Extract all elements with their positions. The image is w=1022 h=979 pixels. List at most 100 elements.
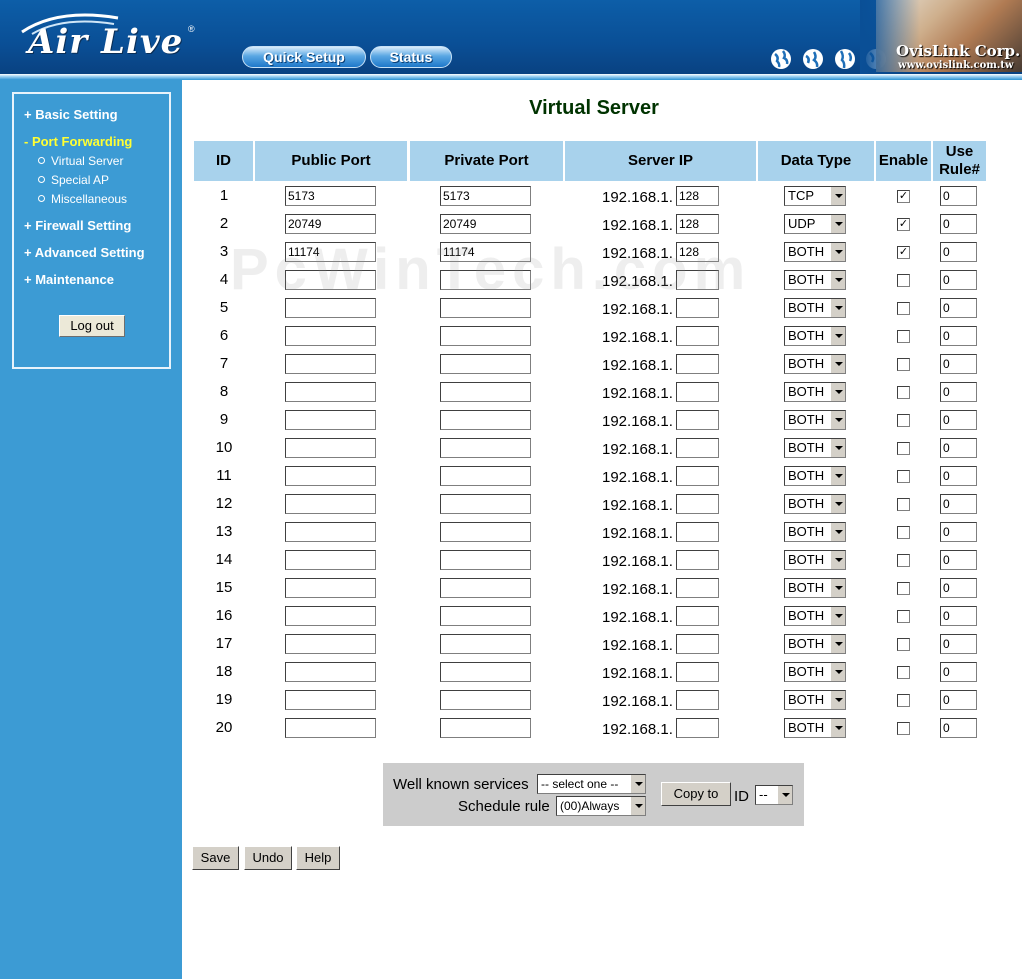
public-port-input[interactable] xyxy=(285,634,376,654)
use-rule-input[interactable]: 0 xyxy=(940,438,977,458)
enable-checkbox[interactable]: ✓ xyxy=(897,218,910,231)
use-rule-input[interactable]: 0 xyxy=(940,466,977,486)
public-port-input[interactable] xyxy=(285,662,376,682)
use-rule-input[interactable]: 0 xyxy=(940,662,977,682)
enable-checkbox[interactable] xyxy=(897,526,910,539)
use-rule-input[interactable]: 0 xyxy=(940,634,977,654)
data-type-select[interactable]: BOTH xyxy=(784,662,846,682)
sidebar-item-advanced-setting[interactable]: + Advanced Setting xyxy=(24,245,145,260)
enable-checkbox[interactable] xyxy=(897,666,910,679)
server-ip-input[interactable] xyxy=(676,578,719,598)
server-ip-input[interactable] xyxy=(676,718,719,738)
server-ip-input[interactable] xyxy=(676,354,719,374)
use-rule-input[interactable]: 0 xyxy=(940,494,977,514)
copy-to-id-select[interactable]: -- xyxy=(755,785,793,805)
enable-checkbox[interactable] xyxy=(897,498,910,511)
public-port-input[interactable] xyxy=(285,326,376,346)
data-type-select[interactable]: BOTH xyxy=(784,410,846,430)
public-port-input[interactable]: 5173 xyxy=(285,186,376,206)
use-rule-input[interactable]: 0 xyxy=(940,522,977,542)
public-port-input[interactable] xyxy=(285,522,376,542)
data-type-select[interactable]: BOTH xyxy=(784,522,846,542)
private-port-input[interactable] xyxy=(440,438,531,458)
save-button[interactable]: Save xyxy=(192,846,239,870)
undo-button[interactable]: Undo xyxy=(244,846,292,870)
data-type-select[interactable]: BOTH xyxy=(784,494,846,514)
data-type-select[interactable]: BOTH xyxy=(784,634,846,654)
public-port-input[interactable] xyxy=(285,690,376,710)
use-rule-input[interactable]: 0 xyxy=(940,242,977,262)
enable-checkbox[interactable] xyxy=(897,470,910,483)
server-ip-input[interactable] xyxy=(676,382,719,402)
private-port-input[interactable] xyxy=(440,718,531,738)
enable-checkbox[interactable] xyxy=(897,274,910,287)
public-port-input[interactable] xyxy=(285,578,376,598)
server-ip-input[interactable] xyxy=(676,438,719,458)
use-rule-input[interactable]: 0 xyxy=(940,690,977,710)
use-rule-input[interactable]: 0 xyxy=(940,354,977,374)
data-type-select[interactable]: BOTH xyxy=(784,578,846,598)
help-button[interactable]: Help xyxy=(296,846,340,870)
private-port-input[interactable] xyxy=(440,662,531,682)
server-ip-input[interactable] xyxy=(676,690,719,710)
data-type-select[interactable]: BOTH xyxy=(784,690,846,710)
server-ip-input[interactable] xyxy=(676,494,719,514)
data-type-select[interactable]: BOTH xyxy=(784,466,846,486)
enable-checkbox[interactable] xyxy=(897,386,910,399)
server-ip-input[interactable] xyxy=(676,522,719,542)
sidebar-item-virtual-server[interactable]: Virtual Server xyxy=(38,154,123,168)
use-rule-input[interactable]: 0 xyxy=(940,382,977,402)
public-port-input[interactable] xyxy=(285,550,376,570)
private-port-input[interactable] xyxy=(440,522,531,542)
enable-checkbox[interactable]: ✓ xyxy=(897,246,910,259)
private-port-input[interactable] xyxy=(440,690,531,710)
data-type-select[interactable]: BOTH xyxy=(784,354,846,374)
use-rule-input[interactable]: 0 xyxy=(940,326,977,346)
use-rule-input[interactable]: 0 xyxy=(940,410,977,430)
enable-checkbox[interactable] xyxy=(897,638,910,651)
data-type-select[interactable]: BOTH xyxy=(784,718,846,738)
use-rule-input[interactable]: 0 xyxy=(940,270,977,290)
data-type-select[interactable]: BOTH xyxy=(784,242,846,262)
private-port-input[interactable] xyxy=(440,634,531,654)
public-port-input[interactable] xyxy=(285,466,376,486)
server-ip-input[interactable] xyxy=(676,466,719,486)
data-type-select[interactable]: BOTH xyxy=(784,550,846,570)
server-ip-input[interactable] xyxy=(676,606,719,626)
data-type-select[interactable]: BOTH xyxy=(784,438,846,458)
quick-setup-button[interactable]: Quick Setup xyxy=(242,46,366,68)
public-port-input[interactable] xyxy=(285,606,376,626)
well-known-services-select[interactable]: -- select one -- xyxy=(537,774,646,794)
private-port-input[interactable]: 20749 xyxy=(440,214,531,234)
sidebar-item-maintenance[interactable]: + Maintenance xyxy=(24,272,114,287)
logout-button[interactable]: Log out xyxy=(59,315,125,337)
sidebar-item-miscellaneous[interactable]: Miscellaneous xyxy=(38,192,127,206)
public-port-input[interactable]: 20749 xyxy=(285,214,376,234)
data-type-select[interactable]: BOTH xyxy=(784,382,846,402)
enable-checkbox[interactable]: ✓ xyxy=(897,190,910,203)
sidebar-item-firewall-setting[interactable]: + Firewall Setting xyxy=(24,218,131,233)
server-ip-input[interactable] xyxy=(676,550,719,570)
enable-checkbox[interactable] xyxy=(897,330,910,343)
server-ip-input[interactable] xyxy=(676,662,719,682)
public-port-input[interactable] xyxy=(285,410,376,430)
data-type-select[interactable]: TCP xyxy=(784,186,846,206)
use-rule-input[interactable]: 0 xyxy=(940,214,977,234)
use-rule-input[interactable]: 0 xyxy=(940,298,977,318)
public-port-input[interactable] xyxy=(285,438,376,458)
public-port-input[interactable] xyxy=(285,494,376,514)
enable-checkbox[interactable] xyxy=(897,694,910,707)
enable-checkbox[interactable] xyxy=(897,358,910,371)
use-rule-input[interactable]: 0 xyxy=(940,718,977,738)
sidebar-item-port-forwarding[interactable]: - Port Forwarding xyxy=(24,134,132,149)
data-type-select[interactable]: BOTH xyxy=(784,326,846,346)
private-port-input[interactable] xyxy=(440,382,531,402)
use-rule-input[interactable]: 0 xyxy=(940,606,977,626)
private-port-input[interactable] xyxy=(440,606,531,626)
private-port-input[interactable] xyxy=(440,326,531,346)
use-rule-input[interactable]: 0 xyxy=(940,550,977,570)
use-rule-input[interactable]: 0 xyxy=(940,186,977,206)
data-type-select[interactable]: BOTH xyxy=(784,606,846,626)
public-port-input[interactable] xyxy=(285,718,376,738)
enable-checkbox[interactable] xyxy=(897,442,910,455)
